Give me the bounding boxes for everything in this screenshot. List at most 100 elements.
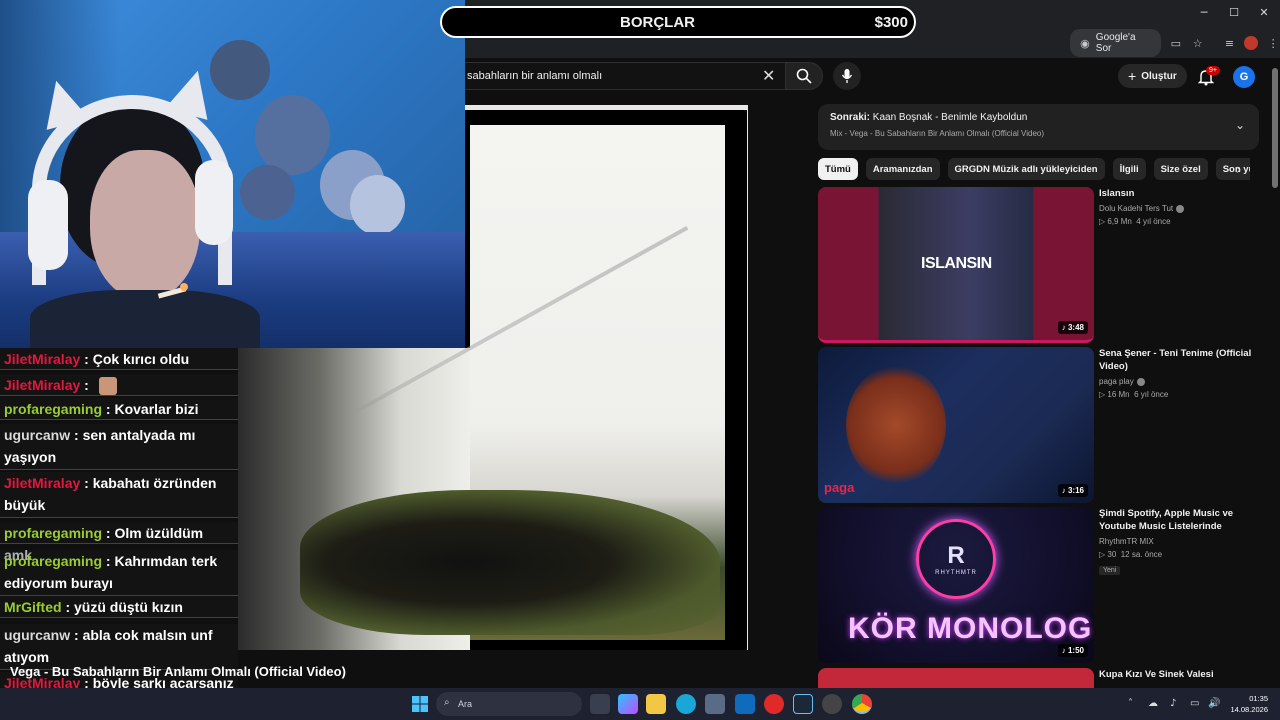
plush-toy	[210, 40, 270, 100]
video-title[interactable]: Islansın	[1099, 187, 1259, 200]
menu-dots-icon[interactable]: ⋮	[1266, 36, 1280, 50]
file-explorer-icon[interactable]	[646, 694, 666, 714]
channel-name[interactable]: RhythmTR MIX	[1099, 537, 1259, 546]
filter-chip[interactable]: GRGDN Müzik adlı yükleyiciden	[947, 158, 1105, 180]
chat-separator: :	[102, 401, 115, 417]
video-meta: ▷ 30 12 sa. önce	[1099, 550, 1163, 559]
cloud-icon[interactable]: ☁	[1148, 698, 1158, 709]
search-button[interactable]	[785, 62, 823, 90]
chat-separator: :	[80, 475, 93, 491]
plush-toy	[350, 175, 405, 235]
recommendation-item[interactable]: ISLANSIN ♪ 3:48 Islansın Dolu Kadehi Ter…	[818, 187, 1258, 345]
recommendation-item[interactable]: R RHYTHMTR KÖR MONOLOG ♪ 1:50 Şimdi Spot…	[818, 507, 1258, 665]
duration-badge: ♪ 1:50	[1057, 644, 1088, 657]
copilot-icon[interactable]	[618, 694, 638, 714]
chat-separator: :	[102, 525, 115, 541]
chat-username[interactable]: ugurcanw	[4, 627, 70, 643]
plush-toy	[240, 165, 295, 220]
chevron-down-icon[interactable]: ⌄	[1235, 118, 1245, 132]
chrome-icon[interactable]	[852, 694, 872, 714]
edge-icon[interactable]	[676, 694, 696, 714]
outlook-icon[interactable]	[735, 694, 755, 714]
store-icon[interactable]	[705, 694, 725, 714]
thumbnail-logo: paga	[824, 480, 855, 495]
chat-username[interactable]: profaregaming	[4, 401, 102, 417]
chat-username[interactable]: JiletMiralay	[4, 377, 80, 393]
steam-icon[interactable]	[793, 694, 813, 714]
recommendation-item[interactable]: paga ♪ 3:16 Sena Şener - Teni Tenime (Of…	[818, 347, 1258, 505]
chat-separator: :	[61, 599, 75, 615]
settings-gear-icon[interactable]	[822, 694, 842, 714]
chevron-up-icon[interactable]: ˄	[1128, 698, 1133, 709]
close-window-icon[interactable]: ✕	[1253, 6, 1275, 22]
windows-start-icon[interactable]	[410, 694, 430, 714]
scrollbar-thumb[interactable]	[1272, 68, 1278, 188]
display-icon[interactable]: ▭	[1190, 698, 1199, 709]
video-thumbnail[interactable]: ISLANSIN ♪ 3:48	[818, 187, 1094, 343]
notification-count-badge: 9+	[1206, 66, 1220, 75]
filter-chip[interactable]: Son yü	[1215, 158, 1250, 180]
chat-text: yüzü düştü kızın	[74, 599, 183, 615]
channel-name[interactable]: Dolu Kadehi Ters Tut	[1099, 204, 1259, 213]
logo-letter: R	[947, 542, 965, 569]
filter-chip[interactable]: Tümü	[818, 158, 858, 180]
bookmark-star-icon[interactable]: ☆	[1191, 36, 1205, 50]
up-next-panel[interactable]: Sonraki: Kaan Boşnak - Benimle Kayboldun…	[818, 104, 1259, 150]
search-icon	[796, 68, 812, 84]
headphone-earcup-left	[28, 180, 68, 270]
headphone-earcup-right	[195, 160, 233, 245]
minimize-icon[interactable]: ─	[1193, 6, 1215, 22]
video-thumbnail[interactable]: paga ♪ 3:16	[818, 347, 1094, 503]
video-title[interactable]: Sena Şener - Teni Tenime (Official Video…	[1099, 347, 1259, 373]
system-clock[interactable]: 01:35 14.08.2026	[1226, 693, 1268, 715]
chat-username[interactable]: JiletMiralay	[4, 475, 80, 491]
filter-chip[interactable]: Size özel	[1153, 158, 1208, 180]
chat-emote	[98, 377, 117, 396]
task-view-icon[interactable]	[590, 694, 610, 714]
chat-username[interactable]: profaregaming	[4, 525, 102, 541]
account-avatar[interactable]: G	[1233, 66, 1255, 88]
search-input[interactable]: sabahların bir anlamı olmalı	[450, 62, 785, 90]
verified-icon	[1136, 377, 1145, 386]
page-scrollbar[interactable]	[1270, 58, 1280, 688]
video-meta: ▷ 6,9 Mn 4 yıl önce	[1099, 217, 1171, 226]
lens-icon: ◉	[1080, 36, 1090, 50]
chat-username[interactable]: ugurcanw	[4, 427, 70, 443]
reading-list-icon[interactable]: ≡	[1223, 36, 1237, 50]
filter-chip[interactable]: Aramanızdan	[865, 158, 940, 180]
chat-username[interactable]: JiletMiralay	[4, 351, 80, 367]
filter-chip[interactable]: İlgili	[1112, 158, 1146, 180]
video-title[interactable]: Şimdi Spotify, Apple Music ve Youtube Mu…	[1099, 507, 1259, 533]
streamer-body	[30, 290, 260, 348]
plus-icon: +	[1128, 68, 1137, 84]
chat-username[interactable]: MrGifted	[4, 599, 62, 615]
voice-search-button[interactable]	[833, 62, 861, 90]
maximize-icon[interactable]: ☐	[1223, 6, 1245, 22]
volume-icon[interactable]: 🔊	[1208, 698, 1220, 709]
profile-avatar[interactable]	[1244, 36, 1259, 50]
channel-name[interactable]: paga play	[1099, 377, 1259, 386]
chevron-right-icon[interactable]: ›	[1236, 162, 1242, 178]
now-playing-title: Vega - Bu Sabahların Bir Anlamı Olmalı (…	[10, 664, 346, 679]
create-button[interactable]: + Oluştur	[1118, 64, 1187, 88]
microphone-tray-icon[interactable]: ♪	[1170, 698, 1176, 709]
google-sor-button[interactable]: ◉ Google'a Sor	[1070, 29, 1161, 57]
search-input-value: sabahların bir anlamı olmalı	[467, 70, 603, 82]
clear-search-icon[interactable]: ✕	[762, 66, 775, 85]
taskbar-search[interactable]: ⌕ Ara	[436, 692, 582, 716]
screen: ─ ☐ ✕ ◉ Google'a Sor ▭ ☆ ≡ ⋮ sabahların …	[0, 0, 1280, 720]
chat-separator: :	[80, 351, 93, 367]
chat-username[interactable]: profaregaming	[4, 553, 102, 569]
opera-icon[interactable]	[764, 694, 784, 714]
verified-icon	[1176, 204, 1185, 213]
video-thumbnail[interactable]: R RHYTHMTR KÖR MONOLOG ♪ 1:50	[818, 507, 1094, 663]
recommendation-item[interactable]: Kupa Kızı Ve Sinek Valesi	[818, 668, 1258, 688]
video-title[interactable]: Kupa Kızı Ve Sinek Valesi	[1099, 668, 1258, 681]
duration-badge: ♪ 3:16	[1057, 484, 1088, 497]
chat-separator: :	[102, 553, 115, 569]
video-thumbnail[interactable]	[818, 668, 1094, 688]
cast-icon[interactable]: ▭	[1169, 36, 1183, 50]
up-next-label: Sonraki:	[830, 112, 871, 123]
up-next-heading: Sonraki: Kaan Boşnak - Benimle Kayboldun	[830, 112, 1247, 123]
microphone-icon	[841, 69, 853, 83]
